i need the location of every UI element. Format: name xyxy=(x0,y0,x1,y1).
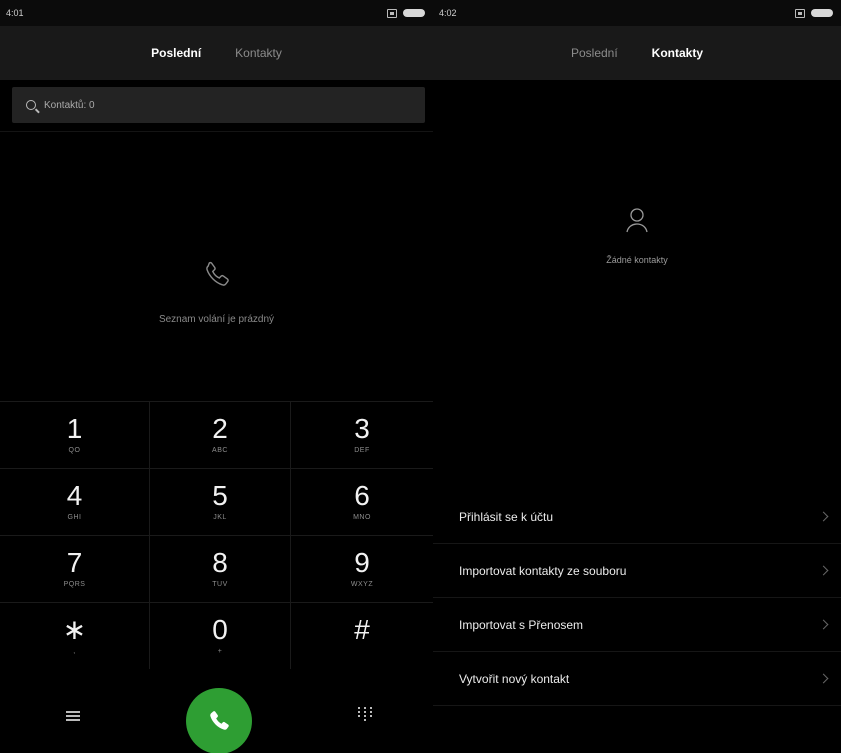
key-hash[interactable]: # xyxy=(291,602,433,669)
key-digit: 6 xyxy=(354,480,370,511)
action-new-contact[interactable]: Vytvořit nový kontakt xyxy=(433,652,841,706)
contact-actions-list: Přihlásit se k účtu Importovat kontakty … xyxy=(433,490,841,706)
status-bar: 4:01 xyxy=(0,0,433,26)
key-letters: DEF xyxy=(354,447,370,454)
key-7[interactable]: 7 PQRS xyxy=(0,535,150,602)
key-digit: 9 xyxy=(354,547,370,578)
key-digit: 0 xyxy=(212,614,228,645)
phone-outline-icon xyxy=(205,261,229,286)
key-3[interactable]: 3 DEF xyxy=(291,401,433,468)
key-letters: TUV xyxy=(212,581,228,588)
key-letters: , xyxy=(73,648,76,655)
key-1[interactable]: 1 QO xyxy=(0,401,150,468)
status-bar: 4:02 xyxy=(433,0,841,26)
sim-icon xyxy=(795,8,805,18)
key-5[interactable]: 5 JKL xyxy=(150,468,291,535)
keypad-toggle-icon[interactable] xyxy=(358,707,372,723)
key-star[interactable]: ∗, xyxy=(0,602,150,669)
tab-contacts[interactable]: Kontakty xyxy=(652,46,703,60)
status-time: 4:02 xyxy=(439,8,457,18)
action-label: Importovat kontakty ze souboru xyxy=(459,563,627,578)
key-0[interactable]: 0 + xyxy=(150,602,291,669)
key-6[interactable]: 6 MNO xyxy=(291,468,433,535)
person-icon xyxy=(626,208,648,233)
search-container: Kontaktů: 0 xyxy=(0,80,433,132)
action-label: Přihlásit se k účtu xyxy=(459,509,554,524)
empty-contacts: Žádné kontakty xyxy=(433,207,841,265)
key-digit: 3 xyxy=(354,413,370,444)
chevron-right-icon xyxy=(818,565,829,576)
key-digit: # xyxy=(354,614,370,645)
key-letters: QO xyxy=(68,447,81,454)
call-button[interactable] xyxy=(186,688,252,753)
empty-call-log-text: Seznam volání je prázdný xyxy=(158,314,275,325)
key-2[interactable]: 2 ABC xyxy=(150,401,291,468)
battery-icon xyxy=(811,9,833,17)
dial-pad: 1 QO 2 ABC 3 DEF 4 GHI 5 JKL 6 MNO 7 PQRS 8 TUV … xyxy=(0,401,433,669)
action-import-file[interactable]: Importovat kontakty ze souboru xyxy=(433,544,841,598)
action-import-transfer[interactable]: Importovat s Přenosem xyxy=(433,598,841,652)
key-digit: 7 xyxy=(66,547,83,578)
key-9[interactable]: 9 WXYZ xyxy=(291,535,433,602)
tab-bar: Poslední Kontakty xyxy=(433,26,841,80)
search-icon xyxy=(26,100,36,110)
key-letters: ABC xyxy=(212,447,228,454)
empty-contacts-text: Žádné kontakty xyxy=(606,255,668,265)
chevron-right-icon xyxy=(818,511,829,522)
tab-contacts[interactable]: Kontakty xyxy=(235,46,282,60)
key-4[interactable]: 4 GHI xyxy=(0,468,150,535)
key-digit: 2 xyxy=(212,413,228,444)
key-digit: 4 xyxy=(66,480,83,511)
search-input[interactable]: Kontaktů: 0 xyxy=(12,87,425,123)
key-letters: PQRS xyxy=(63,581,86,588)
key-letters: + xyxy=(217,648,223,655)
key-digit: 1 xyxy=(66,413,83,444)
action-label: Vytvořit nový kontakt xyxy=(459,671,570,686)
status-icons xyxy=(795,8,833,18)
key-8[interactable]: 8 TUV xyxy=(150,535,291,602)
battery-icon xyxy=(403,9,425,17)
status-time: 4:01 xyxy=(6,8,24,18)
key-digit: 8 xyxy=(212,547,228,578)
key-digit: 5 xyxy=(212,480,228,511)
menu-icon[interactable] xyxy=(66,711,80,721)
sim-icon xyxy=(387,8,397,18)
key-letters: JKL xyxy=(213,514,227,521)
tab-recents[interactable]: Poslední xyxy=(571,46,618,60)
key-letters: MNO xyxy=(353,514,371,521)
action-sign-in[interactable]: Přihlásit se k účtu xyxy=(433,490,841,544)
chevron-right-icon xyxy=(818,619,829,630)
recents-screen: 4:01 Poslední Kontakty Kontaktů: 0 Sezna… xyxy=(0,0,433,753)
empty-call-log: Seznam volání je prázdný xyxy=(0,258,433,325)
contacts-screen: 4:02 Poslední Kontakty Žádné kontakty Př… xyxy=(433,0,841,753)
status-icons xyxy=(387,8,425,18)
key-letters: WXYZ xyxy=(350,581,374,588)
key-digit: ∗ xyxy=(62,614,87,645)
action-label: Importovat s Přenosem xyxy=(459,617,584,632)
tab-recents[interactable]: Poslední xyxy=(151,46,201,60)
phone-icon xyxy=(210,711,229,730)
dial-footer xyxy=(0,669,433,753)
search-text: Kontaktů: 0 xyxy=(44,99,95,111)
key-letters: GHI xyxy=(67,514,82,521)
tab-bar: Poslední Kontakty xyxy=(0,26,433,80)
chevron-right-icon xyxy=(818,673,829,684)
